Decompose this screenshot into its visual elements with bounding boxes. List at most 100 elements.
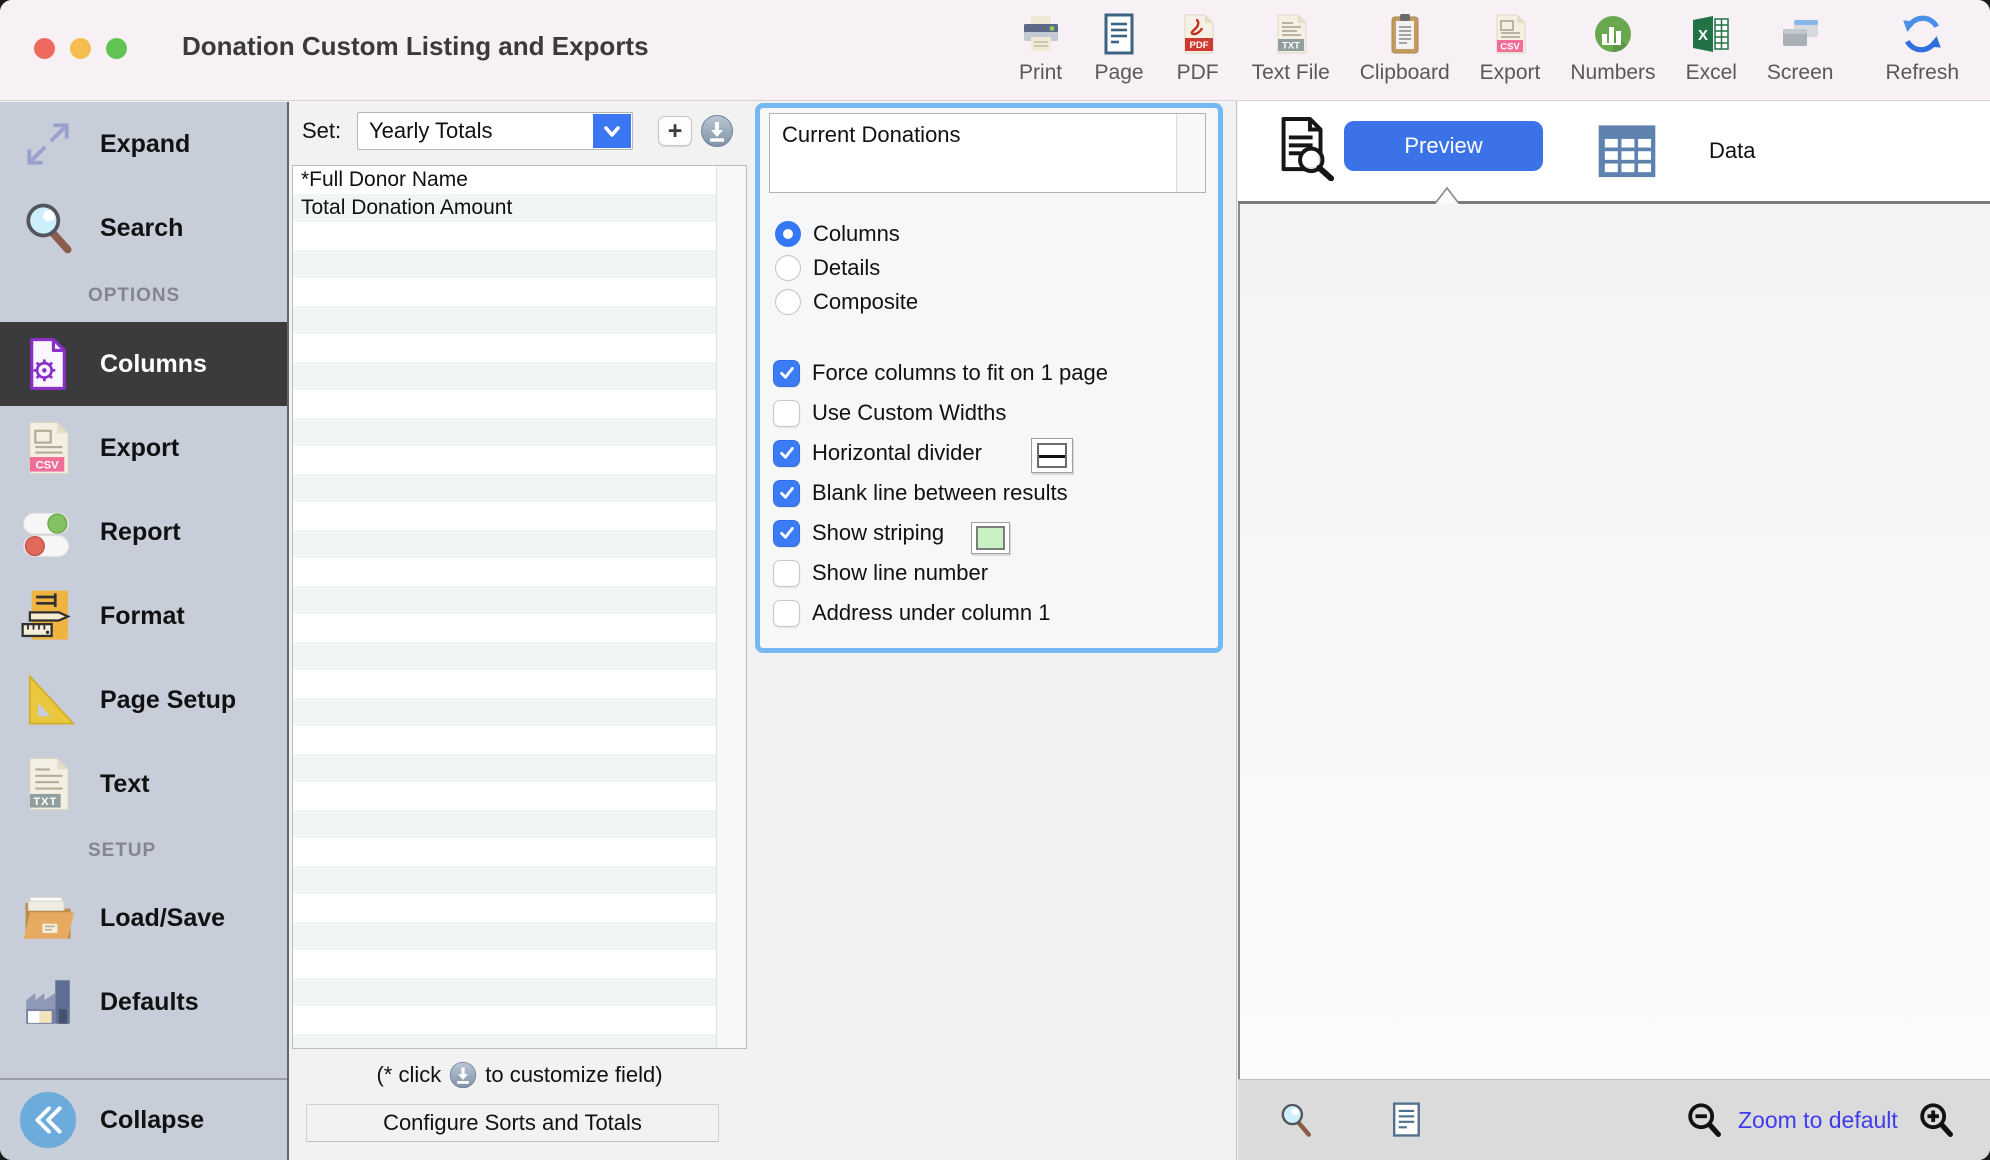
toolbar-excel-button[interactable]: X Excel: [1671, 10, 1752, 85]
collapse-chevrons-icon: [16, 1088, 80, 1152]
sidebar-item-load-save[interactable]: Load/Save: [0, 876, 287, 960]
sidebar-item-report[interactable]: Report: [0, 490, 287, 574]
customize-field-button[interactable]: [700, 114, 734, 148]
sidebar-item-format[interactable]: Format: [0, 574, 287, 658]
numbers-app-icon: [1589, 10, 1637, 58]
radio-row-composite: Composite: [775, 288, 918, 316]
zoom-in-icon[interactable]: [1916, 1100, 1956, 1140]
zoom-out-icon[interactable]: [1684, 1100, 1724, 1140]
zoom-to-default-link[interactable]: Zoom to default: [1738, 1080, 1898, 1160]
listing-title-box[interactable]: Current Donations: [769, 113, 1206, 193]
toggles-icon: [16, 500, 80, 564]
sidebar-item-expand[interactable]: Expand: [0, 102, 287, 186]
footer-document-icon[interactable]: [1386, 1100, 1426, 1140]
svg-text:PDF: PDF: [1189, 40, 1208, 51]
field-row[interactable]: Total Donation Amount: [293, 194, 716, 222]
toolbar-textfile-button[interactable]: TXT Text File: [1237, 10, 1345, 85]
field-list: *Full Donor Name Total Donation Amount: [292, 165, 747, 1049]
tab-preview[interactable]: Preview: [1344, 121, 1543, 171]
checkbox-row-custom-widths: Use Custom Widths: [773, 398, 1006, 428]
active-tab-pointer: [1432, 186, 1462, 205]
txt-file-icon: TXT: [1267, 10, 1315, 58]
preview-document-magnifier-icon[interactable]: [1274, 115, 1338, 181]
screen-windows-icon: [1776, 10, 1824, 58]
checkbox-row-line-number: Show line number: [773, 558, 988, 588]
radio-columns[interactable]: [775, 221, 801, 247]
chevron-down-icon: [593, 114, 631, 148]
checkbox-row-force-fit: Force columns to fit on 1 page: [773, 358, 1108, 388]
field-rows: *Full Donor Name Total Donation Amount: [293, 166, 716, 1048]
checkbox-force-fit[interactable]: [773, 360, 800, 387]
checkbox-horizontal-divider[interactable]: [773, 440, 800, 467]
divider-style-button[interactable]: [1031, 438, 1073, 473]
open-folder-icon: [16, 886, 80, 950]
sidebar: Expand Search OPTIONS Columns CSV Export: [0, 102, 289, 1160]
titlebar: Donation Custom Listing and Exports Prin…: [0, 0, 1990, 101]
refresh-arrows-icon: [1898, 10, 1946, 58]
stripe-color-swatch-button[interactable]: [971, 522, 1010, 554]
configure-sorts-totals-button[interactable]: Configure Sorts and Totals: [306, 1104, 719, 1142]
tab-data[interactable]: Data: [1693, 101, 1771, 201]
sidebar-item-collapse[interactable]: Collapse: [0, 1078, 287, 1160]
toolbar-numbers-button[interactable]: Numbers: [1555, 10, 1670, 85]
radio-row-columns: Columns: [775, 220, 900, 248]
checkbox-address-under-col1[interactable]: [773, 600, 800, 627]
svg-text:TXT: TXT: [1282, 41, 1300, 52]
footer-magnifier-icon[interactable]: [1276, 1100, 1316, 1140]
preview-panel: Preview Data Zoom to default: [1238, 101, 1990, 1160]
sidebar-item-columns[interactable]: Columns: [0, 322, 287, 406]
set-square-icon: [16, 668, 80, 732]
preview-footer-bar: Zoom to default: [1238, 1079, 1990, 1160]
toolbar-clipboard-button[interactable]: Clipboard: [1345, 10, 1465, 85]
expand-arrows-icon: [16, 112, 80, 176]
radio-details[interactable]: [775, 255, 801, 281]
sidebar-item-text[interactable]: TXT Text: [0, 742, 287, 826]
customize-hint: (* click to customize field): [292, 1061, 747, 1089]
checkbox-custom-widths[interactable]: [773, 400, 800, 427]
sidebar-item-page-setup[interactable]: Page Setup: [0, 658, 287, 742]
options-column: Current Donations Columns Details Compos…: [755, 101, 1237, 1160]
toolbar-refresh-button[interactable]: Refresh: [1870, 10, 1974, 85]
field-row[interactable]: *Full Donor Name: [293, 166, 716, 194]
checkbox-row-blank-line: Blank line between results: [773, 478, 1068, 508]
toolbar-page-button[interactable]: Page: [1080, 10, 1159, 85]
data-table-icon[interactable]: [1595, 118, 1659, 182]
checkbox-row-address-under-col1: Address under column 1: [773, 598, 1050, 628]
checkbox-show-line-number[interactable]: [773, 560, 800, 587]
checkbox-blank-line[interactable]: [773, 480, 800, 507]
radio-row-details: Details: [775, 254, 880, 282]
toolbar: Print Page PDF PDF TXT Text File: [1002, 10, 1974, 85]
svg-text:TXT: TXT: [33, 796, 57, 808]
toolbar-export-button[interactable]: CSV Export: [1465, 10, 1556, 85]
stripe-color-swatch: [976, 526, 1005, 550]
sidebar-item-export[interactable]: CSV Export: [0, 406, 287, 490]
printer-icon: [1017, 10, 1065, 58]
zoom-window-button[interactable]: [106, 38, 127, 59]
sidebar-section-options: OPTIONS: [0, 270, 287, 322]
listing-title-scrollbar: [1176, 114, 1205, 192]
pdf-file-icon: PDF: [1174, 10, 1222, 58]
field-list-scrollbar[interactable]: [716, 166, 746, 1048]
toolbar-pdf-button[interactable]: PDF PDF: [1159, 10, 1237, 85]
set-dropdown-value: Yearly Totals: [358, 113, 592, 149]
clipboard-icon: [1381, 10, 1429, 58]
set-dropdown[interactable]: Yearly Totals: [357, 112, 633, 150]
radio-composite[interactable]: [775, 289, 801, 315]
close-window-button[interactable]: [34, 38, 55, 59]
page-icon: [1095, 10, 1143, 58]
sidebar-section-setup: SETUP: [0, 826, 287, 876]
format-pencil-ruler-icon: [16, 584, 80, 648]
svg-text:CSV: CSV: [1500, 42, 1520, 53]
set-label: Set:: [302, 112, 341, 150]
add-set-button[interactable]: +: [658, 116, 692, 146]
customize-field-icon: [449, 1061, 477, 1089]
minimize-window-button[interactable]: [70, 38, 91, 59]
excel-app-icon: X: [1687, 10, 1735, 58]
checkbox-row-horizontal-divider: Horizontal divider: [773, 438, 982, 468]
toolbar-print-button[interactable]: Print: [1002, 10, 1080, 85]
sidebar-item-defaults[interactable]: Defaults: [0, 960, 287, 1044]
toolbar-screen-button[interactable]: Screen: [1752, 10, 1849, 85]
checkbox-show-striping[interactable]: [773, 520, 800, 547]
sidebar-item-search[interactable]: Search: [0, 186, 287, 270]
magnifier-icon: [16, 196, 80, 260]
